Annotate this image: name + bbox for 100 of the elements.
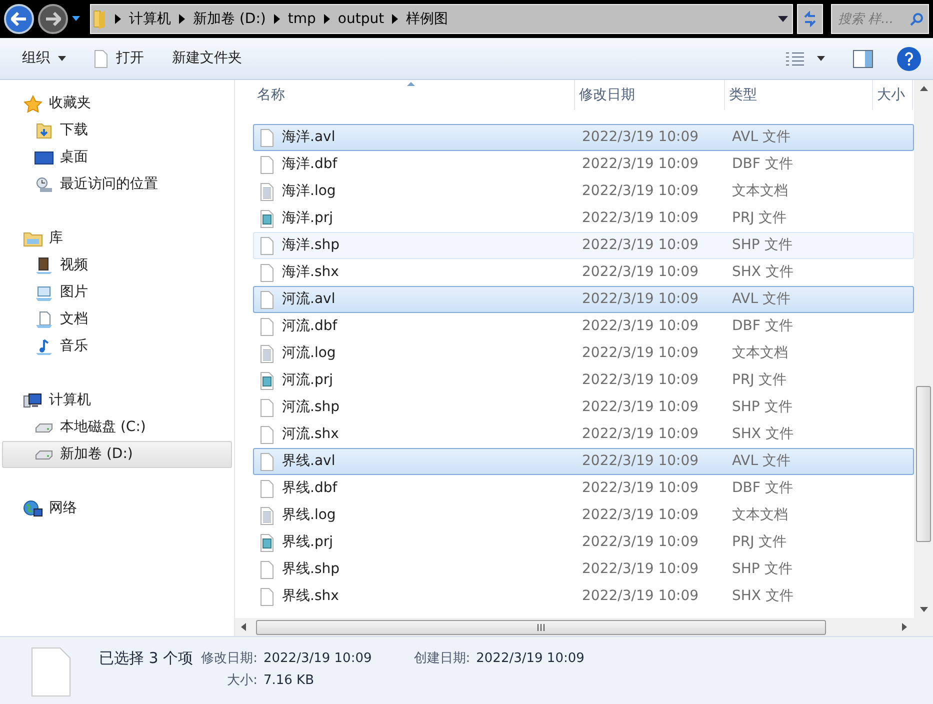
file-type: SHX 文件	[731, 587, 794, 606]
file-row[interactable]: 河流.shx 2022/3/19 10:09 SHX 文件	[253, 421, 914, 448]
breadcrumb[interactable]: output	[338, 8, 384, 30]
nav-item[interactable]: 视频	[2, 252, 232, 279]
column-header[interactable]: 名称	[253, 80, 575, 110]
dropdown-arrow-icon[interactable]	[72, 16, 80, 22]
file-row[interactable]: 河流.log 2022/3/19 10:09 文本文档	[253, 340, 914, 367]
chevron-right-icon[interactable]	[115, 14, 121, 24]
library-folder-icon	[23, 230, 43, 248]
detail-value: 2022/3/19 10:09	[263, 650, 372, 668]
column-header[interactable]: 修改日期	[575, 80, 725, 110]
file-name: 河流.prj	[282, 371, 333, 390]
nav-item[interactable]: 文档	[2, 306, 232, 333]
file-name: 河流.shx	[282, 425, 339, 444]
vertical-scrollbar[interactable]	[914, 80, 933, 618]
forward-button[interactable]	[38, 4, 68, 34]
file-type: AVL 文件	[731, 290, 792, 309]
file-type: AVL 文件	[731, 128, 792, 147]
caret-icon	[817, 56, 825, 61]
nav-group-header[interactable]: 网络	[0, 495, 234, 522]
file-icon	[260, 236, 274, 254]
modified-date: 2022/3/19 10:09	[581, 344, 700, 363]
toolbar-button[interactable]: 组织	[12, 44, 76, 74]
chevron-right-icon[interactable]	[179, 14, 185, 24]
file-row[interactable]: 界线.log 2022/3/19 10:09 文本文档	[253, 502, 914, 529]
nav-group-header[interactable]: 计算机	[0, 387, 234, 414]
modified-date: 2022/3/19 10:09	[581, 263, 700, 282]
file-type: PRJ 文件	[731, 533, 788, 552]
file-row[interactable]: 海洋.prj 2022/3/19 10:09 PRJ 文件	[253, 205, 914, 232]
breadcrumb[interactable]: tmp	[288, 8, 316, 30]
music-note-icon	[34, 338, 54, 356]
nav-item[interactable]: 下载	[2, 117, 232, 144]
breadcrumb[interactable]: 样例图	[406, 8, 448, 30]
file-row[interactable]: 河流.shp 2022/3/19 10:09 SHP 文件	[253, 394, 914, 421]
file-row[interactable]: 界线.dbf 2022/3/19 10:09 DBF 文件	[253, 475, 914, 502]
file-row[interactable]: 界线.shx 2022/3/19 10:09 SHX 文件	[253, 583, 914, 610]
nav-item[interactable]: 桌面	[2, 144, 232, 171]
file-row[interactable]: 海洋.dbf 2022/3/19 10:09 DBF 文件	[253, 151, 914, 178]
file-row[interactable]: 海洋.shp 2022/3/19 10:09 SHP 文件	[253, 232, 914, 259]
file-type: SHP 文件	[731, 560, 794, 579]
modified-date: 2022/3/19 10:09	[581, 506, 700, 525]
right-arrow-icon[interactable]	[902, 623, 907, 631]
column-header[interactable]: 类型	[725, 80, 873, 110]
file-name: 海洋.prj	[282, 209, 333, 228]
modified-date: 2022/3/19 10:09	[581, 560, 700, 579]
file-row[interactable]: 河流.prj 2022/3/19 10:09 PRJ 文件	[253, 367, 914, 394]
down-arrow-icon[interactable]	[920, 607, 928, 612]
up-arrow-icon[interactable]	[920, 86, 928, 91]
chevron-right-icon[interactable]	[392, 14, 398, 24]
document-icon	[34, 310, 54, 328]
nav-group-header[interactable]: 收藏夹	[0, 90, 234, 117]
nav-group-label: 库	[49, 229, 63, 248]
modified-date: 2022/3/19 10:09	[581, 371, 700, 390]
file-row[interactable]: 界线.avl 2022/3/19 10:09 AVL 文件	[253, 448, 914, 475]
dropdown-arrow-icon[interactable]	[778, 16, 788, 22]
file-row[interactable]: 海洋.log 2022/3/19 10:09 文本文档	[253, 178, 914, 205]
toolbar-button[interactable]: 新建文件夹	[162, 44, 252, 74]
address-field[interactable]: 计算机 新加卷 (D:) tmp output 样例图	[90, 4, 793, 34]
help-icon	[904, 52, 914, 66]
grip-icon	[537, 624, 545, 630]
file-name: 海洋.shx	[282, 263, 339, 282]
column-header[interactable]: 大小	[873, 80, 913, 110]
file-type: 文本文档	[731, 506, 789, 525]
nav-item[interactable]: 图片	[2, 279, 232, 306]
breadcrumb[interactable]: 计算机	[129, 8, 171, 30]
scrollbar-thumb[interactable]	[256, 620, 826, 634]
chevron-right-icon[interactable]	[324, 14, 330, 24]
file-row[interactable]: 界线.prj 2022/3/19 10:09 PRJ 文件	[253, 529, 914, 556]
scrollbar-thumb[interactable]	[916, 386, 931, 542]
refresh-button[interactable]	[797, 4, 823, 34]
file-name: 河流.shp	[282, 398, 340, 417]
file-name: 河流.avl	[282, 290, 336, 309]
refresh-icon	[802, 11, 818, 27]
file-type: DBF 文件	[731, 317, 794, 336]
file-row[interactable]: 海洋.shx 2022/3/19 10:09 SHX 文件	[253, 259, 914, 286]
back-button[interactable]	[4, 4, 34, 34]
chevron-right-icon[interactable]	[274, 14, 280, 24]
search-field[interactable]: 搜索 样...	[831, 4, 929, 34]
file-row[interactable]: 海洋.avl 2022/3/19 10:09 AVL 文件	[253, 124, 914, 151]
nav-item[interactable]: 音乐	[2, 333, 232, 360]
left-arrow-icon[interactable]	[241, 623, 246, 631]
help-button[interactable]	[897, 46, 921, 70]
nav-item[interactable]: 最近访问的位置	[2, 171, 232, 198]
nav-group-header[interactable]: 库	[0, 225, 234, 252]
file-row[interactable]: 河流.dbf 2022/3/19 10:09 DBF 文件	[253, 313, 914, 340]
modified-date: 2022/3/19 10:09	[581, 398, 700, 417]
toolbar-button[interactable]: 打开	[84, 44, 154, 74]
file-row[interactable]: 界线.shp 2022/3/19 10:09 SHP 文件	[253, 556, 914, 583]
list-view-icon	[785, 50, 805, 66]
file-type: AVL 文件	[731, 452, 792, 471]
nav-item[interactable]: 新加卷 (D:)	[2, 441, 232, 468]
monitor-icon	[34, 148, 54, 166]
file-icon	[260, 210, 274, 228]
horizontal-scrollbar[interactable]	[235, 618, 933, 636]
nav-group-label: 网络	[49, 499, 77, 518]
nav-item[interactable]: 本地磁盘 (C:)	[2, 414, 232, 441]
clock-icon	[34, 176, 54, 194]
detail-value: 7.16 KB	[263, 672, 316, 690]
breadcrumb[interactable]: 新加卷 (D:)	[193, 8, 266, 30]
file-row[interactable]: 河流.avl 2022/3/19 10:09 AVL 文件	[253, 286, 914, 313]
